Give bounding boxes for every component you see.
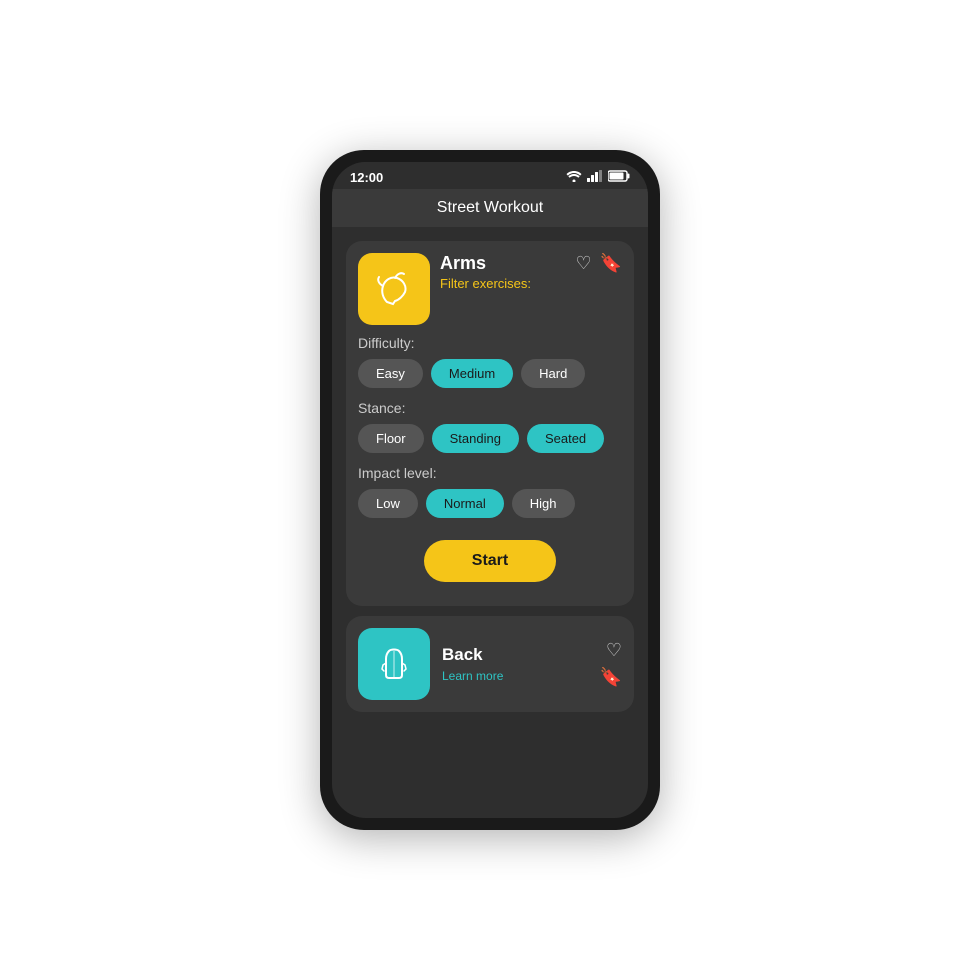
wifi-icon <box>566 170 582 185</box>
phone-screen: 12:00 <box>332 162 648 818</box>
back-card-info: Back Learn more <box>442 645 588 683</box>
difficulty-medium-btn[interactable]: Medium <box>431 359 513 388</box>
back-card-actions: ♡ 🔖 <box>600 640 622 688</box>
back-heart-icon[interactable]: ♡ <box>606 640 622 661</box>
difficulty-easy-btn[interactable]: Easy <box>358 359 423 388</box>
stance-label: Stance: <box>358 400 622 416</box>
phone-frame: 12:00 <box>320 150 660 830</box>
difficulty-label: Difficulty: <box>358 335 622 351</box>
stance-buttons: Floor Standing Seated <box>358 424 622 453</box>
impact-high-btn[interactable]: High <box>512 489 575 518</box>
status-bar: 12:00 <box>332 162 648 189</box>
difficulty-hard-btn[interactable]: Hard <box>521 359 585 388</box>
difficulty-section: Difficulty: Easy Medium Hard <box>358 335 622 388</box>
main-content[interactable]: Arms Filter exercises: ♡ 🔖 Difficulty: E… <box>332 227 648 818</box>
learn-more-link[interactable]: Learn more <box>442 669 588 683</box>
heart-icon[interactable]: ♡ <box>575 253 591 274</box>
stance-floor-btn[interactable]: Floor <box>358 424 424 453</box>
back-card-icon <box>358 628 430 700</box>
battery-icon <box>608 170 630 185</box>
back-card: Back Learn more ♡ 🔖 <box>346 616 634 712</box>
app-header: Street Workout <box>332 189 648 227</box>
arms-title: Arms <box>440 253 565 274</box>
arms-subtitle: Filter exercises: <box>440 276 565 291</box>
impact-section: Impact level: Low Normal High <box>358 465 622 518</box>
arms-card-actions: ♡ 🔖 <box>575 253 622 274</box>
arms-card-info: Arms Filter exercises: <box>440 253 565 291</box>
start-btn-container: Start <box>358 530 622 594</box>
stance-standing-btn[interactable]: Standing <box>432 424 519 453</box>
bookmark-icon[interactable]: 🔖 <box>600 253 622 274</box>
header-title: Street Workout <box>437 199 543 216</box>
difficulty-buttons: Easy Medium Hard <box>358 359 622 388</box>
signal-icon <box>587 170 603 185</box>
start-button[interactable]: Start <box>424 540 556 582</box>
status-time: 12:00 <box>350 170 383 185</box>
arms-card: Arms Filter exercises: ♡ 🔖 Difficulty: E… <box>346 241 634 606</box>
impact-buttons: Low Normal High <box>358 489 622 518</box>
back-title: Back <box>442 645 588 665</box>
arms-card-icon <box>358 253 430 325</box>
impact-normal-btn[interactable]: Normal <box>426 489 504 518</box>
status-icons <box>566 170 630 185</box>
impact-label: Impact level: <box>358 465 622 481</box>
stance-section: Stance: Floor Standing Seated <box>358 400 622 453</box>
impact-low-btn[interactable]: Low <box>358 489 418 518</box>
stance-seated-btn[interactable]: Seated <box>527 424 604 453</box>
back-bookmark-icon[interactable]: 🔖 <box>600 667 622 688</box>
